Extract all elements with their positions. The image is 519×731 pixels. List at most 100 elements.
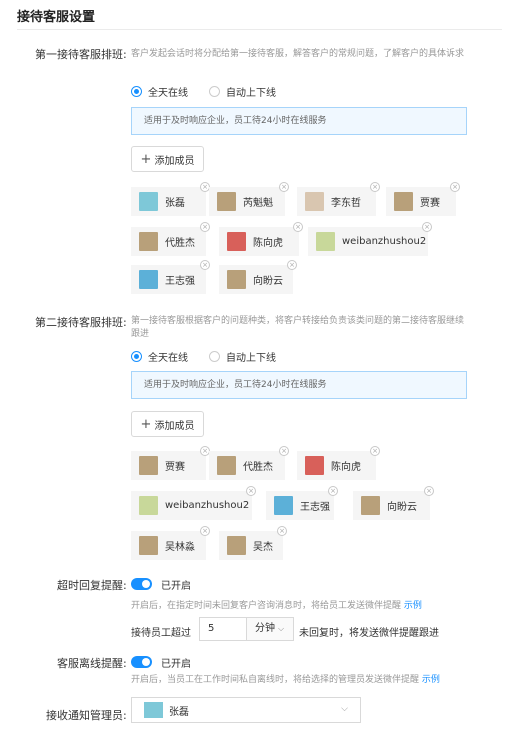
radio-label: 自动上下线 [226,88,276,99]
remove-member-icon[interactable]: × [424,486,434,496]
offline-note: 开启后，当员工在工作时间私自离线时，将给选择的管理员发送微伴提醒 示例 [131,672,440,685]
remove-member-icon[interactable]: × [450,182,460,192]
cartoon-boy-avatar [274,496,293,515]
second-add-member-button[interactable]: + 添加成员 [131,411,204,437]
offline-toggle[interactable] [131,656,152,668]
photo-avatar [394,192,413,211]
remove-member-icon[interactable]: × [277,526,287,536]
red-avatar [227,232,246,251]
remove-member-icon[interactable]: × [370,446,380,456]
first-info-box: 适用于及时响应企业，员工待24小时在线服务 [131,107,467,135]
member-name: 陈向虎 [331,462,361,473]
radio-unchecked-icon [209,351,220,362]
first-add-member-button[interactable]: + 添加成员 [131,146,204,172]
radio-checked-icon [131,86,142,97]
member-name: 芮魁魁 [243,198,273,209]
first-radio-all-day[interactable]: 全天在线 [131,84,188,99]
timeout-note: 开启后，在指定时间未回复客户咨询消息时，将给员工发送微伴提醒 示例 [131,598,422,611]
photo-avatar [227,536,246,555]
timeout-state: 已开启 [161,581,191,592]
remove-member-icon[interactable]: × [246,486,256,496]
photo-avatar [139,232,158,251]
member-name: 代胜杰 [243,462,273,473]
add-member-label: 添加成员 [154,155,195,167]
photo-avatar [217,192,236,211]
timeout-toggle[interactable] [131,578,152,590]
member-chip: weibanzhushou2 × [308,222,432,256]
red-avatar [305,456,324,475]
member-chip: 王志强 × [266,486,338,520]
radio-label: 全天在线 [148,88,188,99]
manager-select[interactable]: 张磊 ⌵ [131,697,361,723]
member-name: 王志强 [165,276,195,287]
member-name: 陈向虎 [253,238,283,249]
green-avatar [316,232,335,251]
offline-label: 客服离线提醒: [57,657,127,670]
member-name: 向盼云 [253,276,283,287]
member-name: 贾赛 [420,198,440,209]
remove-member-icon[interactable]: × [370,182,380,192]
cat-avatar [305,192,324,211]
member-chip: 贾赛 × [131,446,210,480]
member-chip: 代胜杰 × [131,222,210,256]
member-chip: weibanzhushou2 × [131,486,256,520]
plus-icon: + [140,151,152,167]
radio-label: 自动上下线 [226,353,276,364]
photo-avatar [227,270,246,289]
manager-name: 张磊 [169,706,189,718]
plus-icon: + [140,416,152,432]
cartoon-boy-avatar [139,270,158,289]
remove-member-icon[interactable]: × [200,260,210,270]
first-shift-label: 第一接待客服排班: [35,48,127,61]
photo-avatar [139,536,158,555]
remove-member-icon[interactable]: × [422,222,432,232]
member-chip: 向盼云 × [219,260,297,294]
member-name: 向盼云 [387,502,417,513]
member-name: weibanzhushou2 [342,236,427,247]
green-avatar [139,496,158,515]
header-divider [17,29,502,30]
timeout-example-link[interactable]: 示例 [404,601,422,611]
chevron-down-icon: ⌵ [278,624,285,633]
radio-label: 全天在线 [148,353,188,364]
remove-member-icon[interactable]: × [293,222,303,232]
member-chip: 吴杰 × [219,526,287,560]
second-radio-auto[interactable]: 自动上下线 [209,349,276,364]
photo-avatar [217,456,236,475]
remove-member-icon[interactable]: × [200,222,210,232]
member-name: 王志强 [300,502,330,513]
member-name: 李东哲 [331,198,361,209]
remove-member-icon[interactable]: × [287,260,297,270]
member-chip: 吴林淼 × [131,526,210,560]
second-shift-description: 第一接待客服根据客户的问题种类，将客户转接给负责该类问题的第二接待客服继续跟进 [131,316,465,339]
page-title: 接待客服设置 [17,10,96,25]
offline-example-link[interactable]: 示例 [422,675,440,685]
timeout-note-text: 开启后，在指定时间未回复客户咨询消息时，将给员工发送微伴提醒 [131,601,402,611]
first-shift-description: 客户发起会话时将分配给第一接待客服，解答客户的常规问题，了解客户的具体诉求 [131,49,465,59]
member-chip: 陈向虎 × [219,222,303,256]
offline-note-text: 开启后，当员工在工作时间私自离线时，将给选择的管理员发送微伴提醒 [131,675,420,685]
timeout-minutes-input[interactable]: 5 [199,617,247,641]
member-chip: 代胜杰 × [209,446,289,480]
timeout-label: 超时回复提醒: [57,579,127,592]
member-chip: 贾赛 × [386,182,460,216]
timeout-prefix: 接待员工超过 [131,628,191,639]
remove-member-icon[interactable]: × [279,182,289,192]
add-member-label: 添加成员 [154,420,195,432]
chevron-down-icon: ⌵ [341,704,348,714]
first-radio-auto[interactable]: 自动上下线 [209,84,276,99]
remove-member-icon[interactable]: × [279,446,289,456]
second-shift-label: 第二接待客服排班: [35,316,127,329]
member-name: 代胜杰 [165,238,195,249]
member-name: 张磊 [165,198,185,209]
timeout-unit-select[interactable]: 分钟 ⌵ [247,617,294,641]
second-radio-all-day[interactable]: 全天在线 [131,349,188,364]
settings-page: 接待客服设置 第一接待客服排班: 客户发起会话时将分配给第一接待客服，解答客户的… [0,0,519,731]
remove-member-icon[interactable]: × [328,486,338,496]
radio-unchecked-icon [209,86,220,97]
member-chip: 李东哲 × [297,182,380,216]
timeout-suffix: 未回复时，将发送微伴提醒跟进 [299,628,439,639]
member-chip: 张磊 × [131,182,210,216]
remove-member-icon[interactable]: × [200,526,210,536]
member-name: 吴杰 [253,542,273,553]
